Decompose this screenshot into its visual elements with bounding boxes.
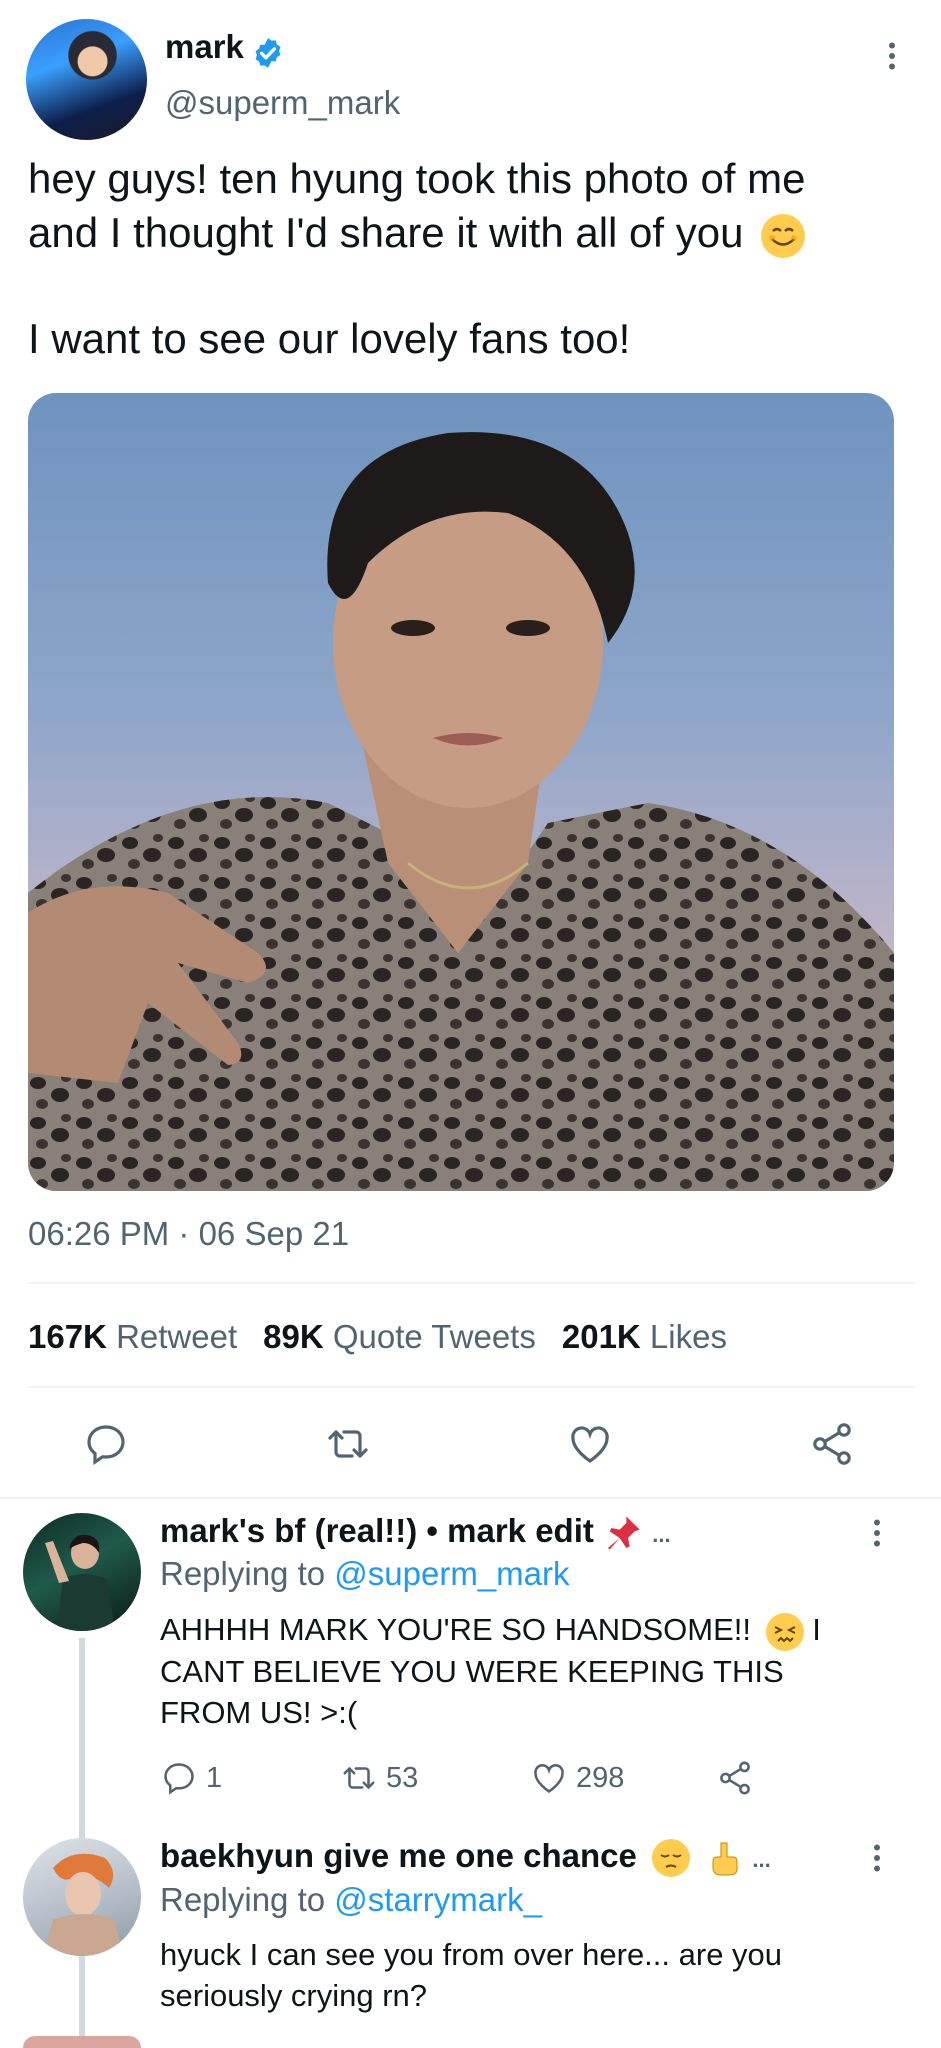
retweets-stat[interactable]: 167K Retweet — [28, 1318, 237, 1355]
divider — [28, 1282, 914, 1284]
reply-text: hyuck I can see you from over here... ar… — [160, 1937, 783, 2013]
tweet-text: hey guys! ten hyung took this photo of m… — [28, 152, 908, 366]
reply-avatar[interactable] — [23, 1513, 141, 1631]
more-vertical-icon[interactable] — [874, 38, 910, 74]
replying-to: Replying to @starrymark_ — [160, 1881, 542, 1918]
divider — [28, 1386, 914, 1388]
verified-badge-icon — [255, 38, 281, 68]
author-name[interactable]: mark — [165, 28, 244, 66]
reply-avatar[interactable] — [23, 2036, 141, 2048]
pointing-up-hand-emoji-icon — [705, 1839, 743, 1877]
tweet-text-line: I want to see our lovely fans too! — [28, 315, 631, 362]
reply-author-name[interactable]: mark's bf (real!!) • mark edit ... — [160, 1512, 671, 1553]
author-handle[interactable]: @superm_mark — [165, 84, 400, 122]
share-icon[interactable] — [808, 1420, 856, 1468]
smiling-face-emoji-icon — [761, 213, 806, 258]
pensive-face-emoji-icon — [652, 1839, 691, 1878]
reply-text: AHHHH MARK YOU'RE SO HANDSOME!! I CANT B… — [160, 1612, 821, 1730]
more-vertical-icon[interactable] — [862, 1840, 892, 1876]
like-icon[interactable] — [566, 1420, 614, 1468]
reply-retweet-button[interactable]: 53 — [340, 1759, 418, 1797]
reply-icon[interactable] — [82, 1420, 130, 1468]
replying-to: Replying to @superm_mark — [160, 1555, 570, 1592]
reply-author-name[interactable]: baekhyun give me one chance ... — [160, 1837, 771, 1878]
retweet-icon — [343, 1767, 375, 1789]
more-vertical-icon[interactable] — [862, 1515, 892, 1551]
tweet-text-line: and I thought I'd share it with all of y… — [28, 209, 744, 256]
reply-like-button[interactable]: 298 — [530, 1759, 624, 1797]
quotes-stat[interactable]: 89K Quote Tweets — [263, 1318, 536, 1355]
likes-stat[interactable]: 201K Likes — [562, 1318, 727, 1355]
reply-avatar[interactable] — [23, 1838, 141, 1956]
tweet-stats: 167K Retweet 89K Quote Tweets 201K Likes — [28, 1318, 727, 1356]
share-icon — [720, 1761, 750, 1795]
divider — [0, 1497, 941, 1499]
tweet-photo[interactable] — [28, 393, 894, 1191]
reply-share-button[interactable] — [716, 1759, 754, 1797]
like-icon — [534, 1764, 564, 1793]
reply-reply-button[interactable]: 1 — [160, 1759, 222, 1797]
mention-link[interactable]: @superm_mark — [334, 1555, 569, 1592]
tweet-timestamp: 06:26 PM · 06 Sep 21 — [28, 1215, 350, 1252]
persevering-face-emoji-icon — [765, 1612, 804, 1651]
author-avatar[interactable] — [26, 19, 147, 140]
retweet-icon[interactable] — [324, 1420, 372, 1468]
tweet-text-line: hey guys! ten hyung took this photo of m… — [28, 155, 806, 202]
pushpin-emoji-icon — [608, 1516, 640, 1550]
mention-link[interactable]: @starrymark_ — [334, 1881, 542, 1918]
reply-icon — [164, 1763, 194, 1795]
